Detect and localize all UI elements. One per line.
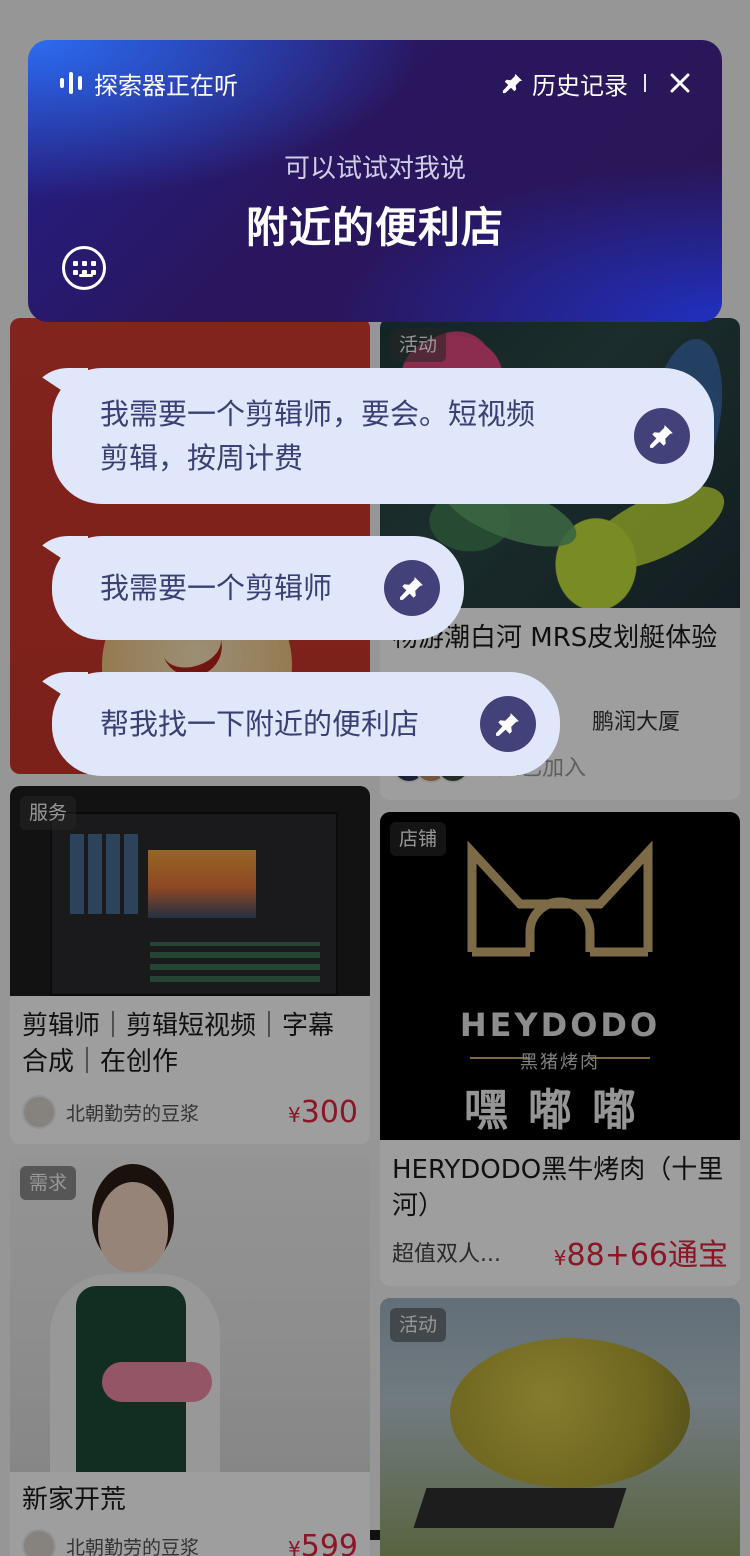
pin-icon <box>496 713 519 736</box>
pin-button[interactable] <box>384 560 440 616</box>
voice-wave-icon <box>60 72 82 94</box>
voice-assistant-panel: 探索器正在听 历史记录 可以试试对我说 附近的便利店 <box>28 40 722 322</box>
history-item[interactable]: 我需要一个剪辑师，要会。短视频 剪辑，按周计费 <box>52 368 714 504</box>
pin-button[interactable] <box>634 408 690 464</box>
history-item-text: 帮我找一下附近的便利店 <box>100 707 420 741</box>
history-item[interactable]: 我需要一个剪辑师 <box>52 536 464 640</box>
history-item-text-line1: 我需要一个剪辑师，要会。短视频 <box>100 397 536 431</box>
listening-status: 探索器正在听 <box>60 66 238 100</box>
history-item-text: 我需要一个剪辑师 <box>100 571 333 605</box>
close-icon[interactable] <box>668 71 692 95</box>
listening-label: 探索器正在听 <box>94 71 238 100</box>
history-item[interactable]: 帮我找一下附近的便利店 <box>52 672 560 776</box>
pin-button[interactable] <box>480 696 536 752</box>
panel-actions: 历史记录 <box>502 66 692 100</box>
scroll-indicator <box>370 1530 380 1540</box>
suggested-query[interactable]: 附近的便利店 <box>28 194 722 255</box>
history-button[interactable]: 历史记录 <box>502 66 628 101</box>
divider <box>644 74 646 92</box>
suggestion-hint: 可以试试对我说 <box>283 154 466 184</box>
history-item-text-line2: 剪辑，按周计费 <box>100 441 304 475</box>
pin-icon <box>400 577 423 600</box>
pin-icon <box>650 425 673 448</box>
pin-icon <box>502 73 523 94</box>
history-label: 历史记录 <box>532 71 628 100</box>
keyboard-icon[interactable] <box>62 246 106 290</box>
